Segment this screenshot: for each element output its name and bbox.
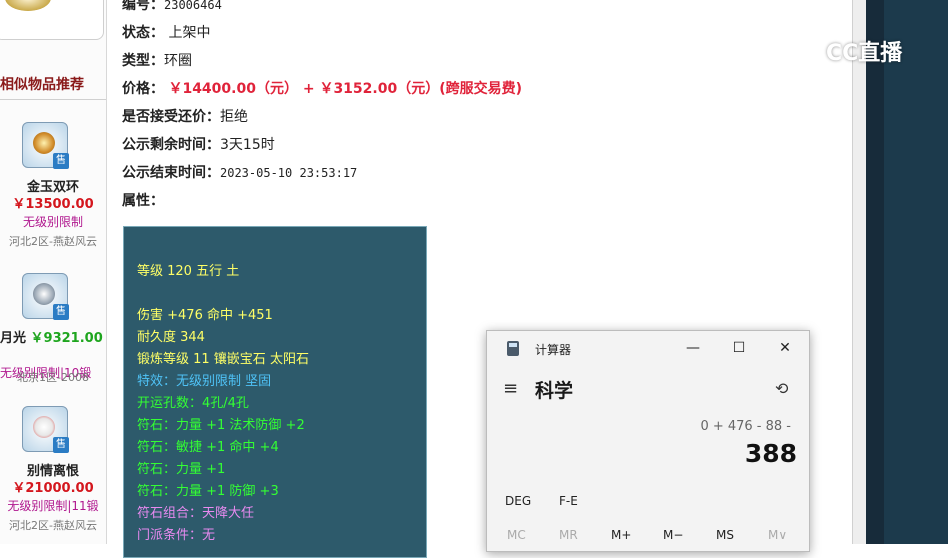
window-title: 计算器 [535,343,572,357]
item-name-price[interactable]: 月光 ￥9321.00 [0,327,106,346]
deg-button[interactable]: DEG [505,494,531,508]
sell-badge: 售 [53,153,69,169]
result-display: 388 [744,439,797,468]
item-name[interactable]: 月光 [0,331,26,346]
history-icon[interactable]: ⟲ [775,379,788,398]
bargain-label: 是否接受还价： [122,109,220,125]
ring-icon[interactable]: 售 [22,273,69,320]
close-button[interactable]: ✕ [773,337,797,359]
price-value: ￥14400.00（元） + ￥3152.00（元）(跨服交易费) [168,81,523,97]
remaining-row: 公示剩余时间：3天15时 [122,134,275,154]
m-minus-button[interactable]: M− [663,528,683,542]
attr-rune-combo: 符石组合：天降大任 [137,506,255,521]
price-label: 价格： [122,81,164,97]
end-time-row: 公示结束时间：2023-05-10 23:53:17 [122,162,357,182]
similar-items-title: 相似物品推荐 [0,77,84,93]
expression-display: 0 + 476 - 88 - [700,419,791,434]
id-value: 23006464 [164,0,222,12]
attr-label: 属性： [122,193,164,209]
status-label: 状态： [122,25,164,41]
item-price: ￥21000.00 [12,481,94,496]
attr-row: 属性： [122,190,164,210]
sell-badge: 售 [53,437,69,453]
attr-rune-2: 符石：敏捷 +1 命中 +4 [137,440,279,455]
status-value: 上架中 [168,25,211,41]
stream-background-inner [884,0,948,544]
maximize-button[interactable]: ☐ [727,337,751,359]
divider [0,99,106,100]
type-row: 类型：环圈 [122,50,192,70]
mr-button[interactable]: MR [559,528,578,542]
item-level: 无级别限制 [22,215,83,229]
item-image [0,0,104,40]
end-label: 公示结束时间： [122,165,220,181]
mc-button[interactable]: MC [507,528,526,542]
ms-button[interactable]: MS [716,528,734,542]
attr-damage: 伤害 +476 命中 +451 [137,308,273,323]
type-label: 类型： [122,53,164,69]
item-price: ￥9321.00 [30,331,103,346]
attr-rune-4: 符石：力量 +1 防御 +3 [137,484,279,499]
remaining-value: 3天15时 [220,137,275,153]
calculator-icon [507,341,519,356]
type-value: 环圈 [164,53,192,69]
hamburger-menu-icon[interactable]: ≡ [503,378,518,399]
attributes-box: 等级 120 五行 土 伤害 +476 命中 +451 耐久度 344 锻炼等级… [123,226,427,558]
status-row: 状态： 上架中 [122,22,210,42]
item-server: 河北2区-燕赵风云 [9,235,97,248]
id-row: 编号：23006464 [122,0,222,14]
sell-badge: 售 [53,304,69,320]
item-level: 无级别限制|11锻 [7,499,99,513]
ring-icon[interactable]: 售 [22,406,69,453]
calculator-window[interactable]: 计算器 — ☐ ✕ ≡ 科学 ⟲ 0 + 476 - 88 - 388 DEG … [486,330,810,552]
attr-rune-1: 符石：力量 +1 法术防御 +2 [137,418,305,433]
fe-button[interactable]: F-E [559,494,578,508]
id-label: 编号： [122,0,164,13]
attr-durability: 耐久度 344 [137,330,205,345]
m-plus-button[interactable]: M+ [611,528,631,542]
similar-items-sidebar: 相似物品推荐 售 金玉双环 ￥13500.00 无级别限制 河北2区-燕赵风云 … [0,0,107,544]
attr-holes: 开运孔数：4孔/4孔 [137,396,249,411]
attr-rune-3: 符石：力量 +1 [137,462,226,477]
price-row: 价格： ￥14400.00（元） + ￥3152.00（元）(跨服交易费) [122,78,522,98]
calculator-mode: 科学 [535,380,574,402]
attr-effect: 特效：无级别限制 坚固 [137,374,272,389]
bargain-row: 是否接受还价：拒绝 [122,106,248,126]
cc-logo-icon [796,34,824,62]
bargain-value: 拒绝 [220,109,248,125]
ring-icon[interactable]: 售 [22,122,69,169]
item-price: ￥13500.00 [12,197,94,212]
item-server: 北京1区-2008 [17,371,89,384]
attr-school: 门派条件：无 [137,528,216,543]
watermark-text: CC直播 [826,41,903,66]
memory-list-button[interactable]: M∨ [768,528,787,542]
end-value: 2023-05-10 23:53:17 [220,166,358,180]
scrollbar[interactable] [852,0,867,544]
item-server: 河北2区-燕赵风云 [9,519,97,532]
attr-level: 等级 120 五行 土 [137,264,240,279]
attr-forge: 锻炼等级 11 镶嵌宝石 太阳石 [137,352,309,367]
remaining-label: 公示剩余时间： [122,137,220,153]
minimize-button[interactable]: — [681,337,705,359]
